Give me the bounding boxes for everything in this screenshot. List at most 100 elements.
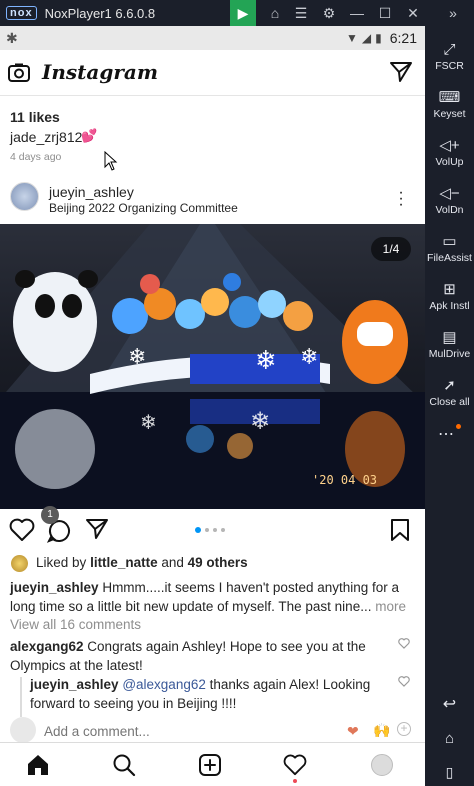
tool-fscr[interactable]: ⤢ FSCR <box>425 40 474 72</box>
close-icon[interactable]: ✕ <box>400 0 426 26</box>
liked-by-others[interactable]: 49 others <box>188 555 248 570</box>
previous-post-likes[interactable]: 11 likes <box>10 109 60 125</box>
back-icon[interactable]: ↩ <box>425 694 474 714</box>
window-title: NoxPlayer1 6.6.0.8 <box>44 5 156 21</box>
tool-label: FSCR <box>435 60 464 72</box>
avatar[interactable] <box>10 182 39 211</box>
tool-label: VolUp <box>435 156 464 168</box>
comment-like-icon[interactable] <box>398 638 410 649</box>
photo-date-stamp: '20 04 03 <box>312 473 378 487</box>
heart-icon[interactable] <box>9 518 35 542</box>
reply-thread-line <box>20 677 22 717</box>
nav-activity[interactable] <box>275 743 315 786</box>
emulator-window: nox NoxPlayer1 6.6.0.8 ▶ ⌂ ☰ ⚙ — ☐ ✕ » ✱… <box>0 0 474 786</box>
notification-dot <box>456 424 461 429</box>
apk-install-icon: ⊞ <box>443 281 456 298</box>
previous-post-caption-user[interactable]: jade_zrj812 <box>10 129 82 145</box>
svg-text:❄: ❄ <box>128 345 146 370</box>
caption-username[interactable]: jueyin_ashley <box>10 580 99 595</box>
svg-text:❄: ❄ <box>255 346 277 376</box>
bottom-navigation <box>0 742 425 786</box>
reply-username[interactable]: jueyin_ashley <box>30 677 119 692</box>
activity-heart-icon <box>283 754 307 776</box>
tool-close-all[interactable]: ➚ Close all <box>425 376 474 408</box>
maximize-icon[interactable]: ☐ <box>372 0 398 26</box>
signal-icon: ◢ <box>361 31 372 45</box>
tool-label: Close all <box>429 396 470 408</box>
more-options-icon[interactable]: · · · <box>396 185 406 213</box>
tool-apk-install[interactable]: ⊞ Apk Instl <box>425 280 474 312</box>
post-username[interactable]: jueyin_ashley <box>49 184 134 200</box>
raised-hands-emoji-icon[interactable]: 🙌 <box>373 722 390 739</box>
view-all-comments-link[interactable]: View all 16 comments <box>10 617 141 632</box>
post-location[interactable]: Beijing 2022 Organizing Committee <box>49 201 238 215</box>
reply-comment: jueyin_ashley @alexgang62 thanks again A… <box>30 675 385 713</box>
nox-logo: nox <box>6 6 37 20</box>
tool-label: FileAssist <box>427 252 472 264</box>
add-emoji-icon[interactable]: + <box>397 722 411 736</box>
nav-home[interactable] <box>18 743 58 786</box>
liked-by-prefix: Liked by <box>36 555 87 570</box>
add-comment-input[interactable] <box>44 722 294 740</box>
more-tools-icon[interactable]: ⋯ <box>425 424 474 444</box>
post-image[interactable]: ❄ ❄ ❄ ❄ ❄ 1/4 '20 04 03 <box>0 224 425 509</box>
emulator-titlebar: nox NoxPlayer1 6.6.0.8 ▶ ⌂ ☰ ⚙ — ☐ ✕ » <box>0 0 474 26</box>
caption-more-link[interactable]: more <box>371 599 406 614</box>
carousel-dot <box>213 528 217 532</box>
heart-emoji-icon[interactable]: ❤ <box>347 723 359 740</box>
nav-create[interactable] <box>190 743 230 786</box>
search-icon <box>113 754 136 777</box>
hearts-emoji-icon: 💕 <box>81 128 98 143</box>
tool-muldrive[interactable]: ▤ MulDrive <box>425 328 474 360</box>
tool-fileassist[interactable]: ▭ FileAssist <box>425 232 474 264</box>
carousel-dot-active <box>195 527 201 533</box>
android-status-bar: ✱ ▼ ◢ ▮ 6:21 <box>0 26 425 50</box>
play-icon[interactable]: ▶ <box>230 0 256 26</box>
liked-by-and: and <box>161 555 184 570</box>
carousel-dot <box>205 528 209 532</box>
direct-message-icon[interactable] <box>389 61 413 83</box>
svg-text:❄: ❄ <box>250 407 270 435</box>
fullscreen-icon: ⤢ <box>443 41 456 58</box>
liked-by-user[interactable]: little_natte <box>90 555 158 570</box>
mouse-cursor-icon <box>104 151 118 171</box>
comment-username[interactable]: alexgang62 <box>10 639 84 654</box>
previous-post-time: 4 days ago <box>10 151 62 163</box>
tool-label: Keyset <box>433 108 466 120</box>
battery-icon: ▮ <box>375 31 382 45</box>
gear-icon[interactable]: ⚙ <box>316 0 342 26</box>
home-outline-icon[interactable]: ⌂ <box>262 0 288 26</box>
file-assistant-icon: ▭ <box>442 233 457 250</box>
instagram-app: Instagram 11 likes jade_zrj812 💕 4 days … <box>0 50 425 786</box>
wifi-icon: ▼ <box>346 31 358 45</box>
rocket-icon: ➚ <box>443 377 456 394</box>
tool-label: VolDn <box>435 204 464 216</box>
home-icon[interactable]: ⌂ <box>425 730 474 747</box>
tool-voldn[interactable]: ◁− VolDn <box>425 184 474 216</box>
instagram-logo: Instagram <box>42 60 158 84</box>
bookmark-icon[interactable] <box>389 518 411 542</box>
tool-keyset[interactable]: ⌨ Keyset <box>425 88 474 120</box>
share-icon[interactable] <box>85 518 109 540</box>
carousel-dot <box>221 528 225 532</box>
side-tool-panel: ⤢ FSCR ⌨ Keyset ◁+ VolUp ◁− VolDn ▭ FileAssis… <box>425 26 474 786</box>
camera-icon[interactable] <box>7 61 31 85</box>
reply-mention[interactable]: @alexgang62 <box>122 677 206 692</box>
clock: 6:21 <box>389 30 417 46</box>
collapse-icon[interactable]: » <box>440 0 466 26</box>
recents-icon[interactable]: ▯ <box>425 764 474 781</box>
tool-volup[interactable]: ◁+ VolUp <box>425 136 474 168</box>
svg-text:❄: ❄ <box>140 410 157 434</box>
activity-dot <box>293 779 297 783</box>
svg-text:❄: ❄ <box>300 345 318 370</box>
menu-icon[interactable]: ☰ <box>288 0 314 26</box>
keyboard-icon: ⌨ <box>438 89 461 106</box>
nav-profile[interactable] <box>362 743 402 786</box>
post-image-scene: ❄ ❄ ❄ ❄ ❄ <box>0 224 425 509</box>
volume-down-icon: ◁− <box>439 185 460 202</box>
liker-avatar[interactable] <box>11 555 28 572</box>
tag-count-badge: 1 <box>41 506 59 524</box>
reply-like-icon[interactable] <box>398 676 410 687</box>
minimize-icon[interactable]: — <box>344 0 370 26</box>
nav-search[interactable] <box>104 743 144 786</box>
